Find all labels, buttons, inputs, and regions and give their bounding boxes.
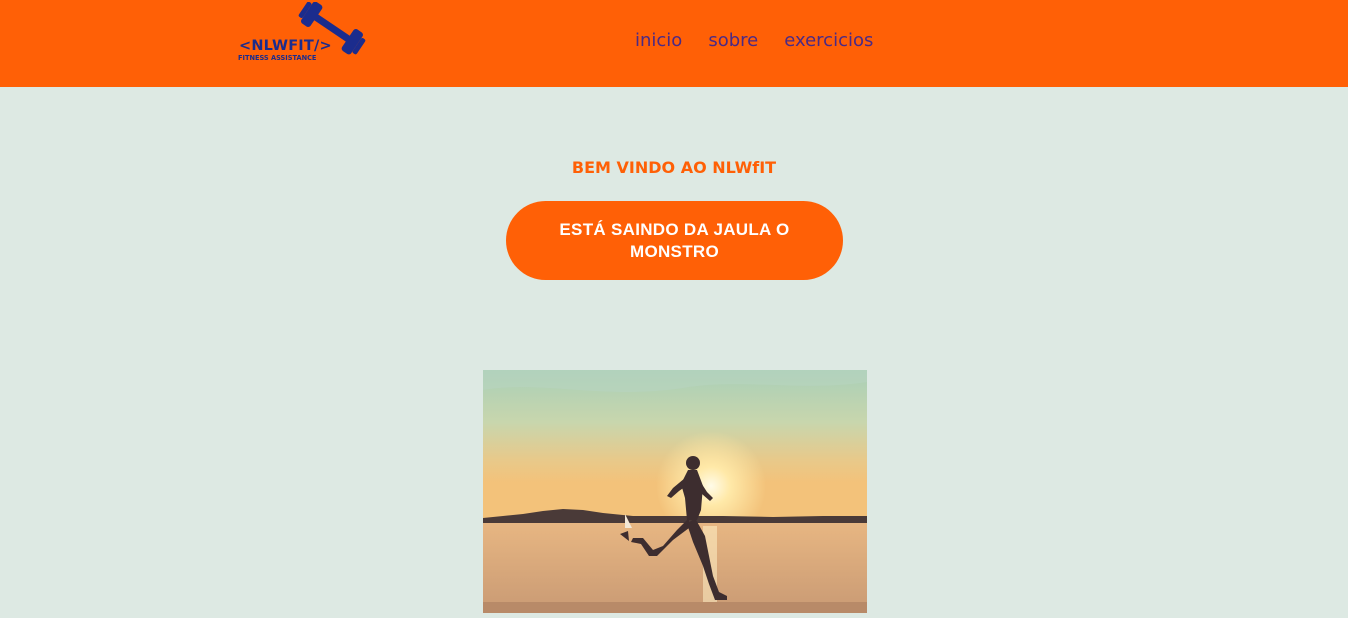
nav-link-exercicios[interactable]: exercicios xyxy=(784,30,873,52)
welcome-heading: BEM VINDO AO NLWfIT xyxy=(571,158,777,177)
logo[interactable]: <NLWFIT/> FITNESS ASSISTANCE xyxy=(236,2,366,64)
top-header: <NLWFIT/> FITNESS ASSISTANCE inicio sobr… xyxy=(0,0,1348,87)
logo-subtitle: FITNESS ASSISTANCE xyxy=(238,54,317,62)
main-nav: inicio sobre exercicios xyxy=(635,30,873,52)
hero-image xyxy=(483,370,867,613)
cta-button[interactable]: ESTÁ SAINDO DA JAULA O MONSTRO xyxy=(506,201,843,280)
nav-link-sobre[interactable]: sobre xyxy=(708,30,758,52)
nav-link-inicio[interactable]: inicio xyxy=(635,30,682,52)
logo-title: <NLWFIT/> xyxy=(239,38,332,54)
